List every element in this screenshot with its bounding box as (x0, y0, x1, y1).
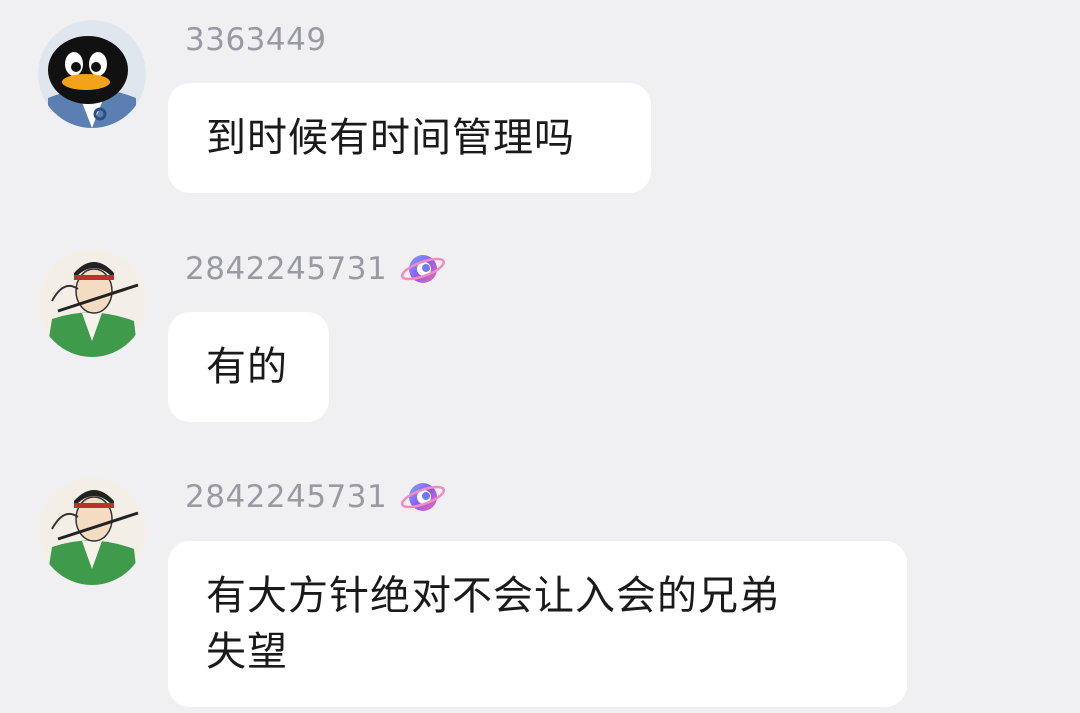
sender-name: 2842245731 (185, 249, 447, 289)
avatar[interactable] (38, 477, 146, 585)
message-text-line: 失望 (206, 629, 288, 675)
sender-name: 2842245731 (185, 477, 447, 517)
sender-id: 2842245731 (185, 251, 388, 287)
sender-name: 3363449 (185, 20, 327, 60)
message-text: 到时候有时间管理吗 (206, 115, 575, 161)
message-bubble[interactable]: 有的 (168, 312, 329, 422)
message-text-line: 有大方针绝对不会让入会的兄弟 (206, 573, 780, 619)
avatar[interactable] (38, 20, 146, 128)
planet-badge-icon (401, 483, 446, 511)
penguin-avatar-icon (38, 20, 146, 128)
message-bubble[interactable]: 有大方针绝对不会让入会的兄弟 失望 (168, 541, 907, 707)
sender-id: 2842245731 (185, 479, 388, 515)
chat-message-list: 3363449 到时候有时间管理吗 2842245731 有的 28422457… (0, 0, 1080, 713)
sender-id: 3363449 (185, 22, 327, 58)
scholar-avatar-icon (38, 477, 146, 585)
avatar[interactable] (38, 249, 146, 357)
scholar-avatar-icon (38, 249, 146, 357)
planet-badge-icon (401, 255, 446, 283)
message-bubble[interactable]: 到时候有时间管理吗 (168, 83, 651, 193)
message-text: 有的 (206, 344, 288, 390)
